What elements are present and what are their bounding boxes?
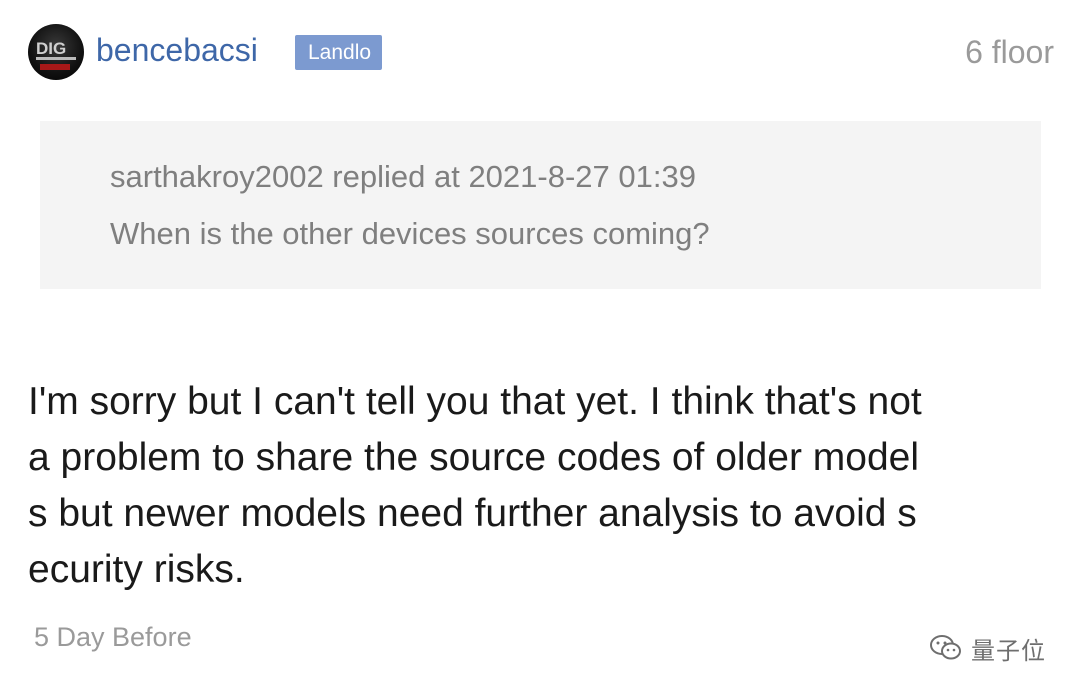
forum-post: DIG bencebacsi Landlo 6 floor sarthakroy… [0, 0, 1080, 699]
post-timestamp: 5 Day Before [34, 622, 192, 652]
post-header: DIG bencebacsi Landlo 6 floor [28, 24, 1054, 80]
floor-number: 6 floor [965, 34, 1054, 70]
author-username[interactable]: bencebacsi [96, 30, 258, 70]
author-badge: Landlo [295, 35, 382, 70]
svg-text:DIG: DIG [36, 39, 66, 58]
watermark-text: 量子位 [971, 636, 1046, 665]
post-body-line: ecurity risks. [28, 548, 245, 591]
post-body-line: I'm sorry but I can't tell you that yet.… [28, 380, 922, 423]
avatar[interactable]: DIG [28, 24, 84, 80]
quote-text: When is the other devices sources coming… [110, 216, 710, 251]
watermark: 量子位 [929, 628, 1046, 668]
quote-meta: sarthakroy2002 replied at 2021-8-27 01:3… [110, 159, 696, 194]
wechat-icon [930, 635, 961, 660]
post-body: I'm sorry but I can't tell you that yet.… [28, 374, 1058, 598]
post-body-line: s but newer models need further analysis… [28, 492, 917, 535]
avatar-logo-icon: DIG [36, 39, 76, 70]
quoted-reply: sarthakroy2002 replied at 2021-8-27 01:3… [40, 121, 1041, 289]
post-body-line: a problem to share the source codes of o… [28, 436, 920, 479]
